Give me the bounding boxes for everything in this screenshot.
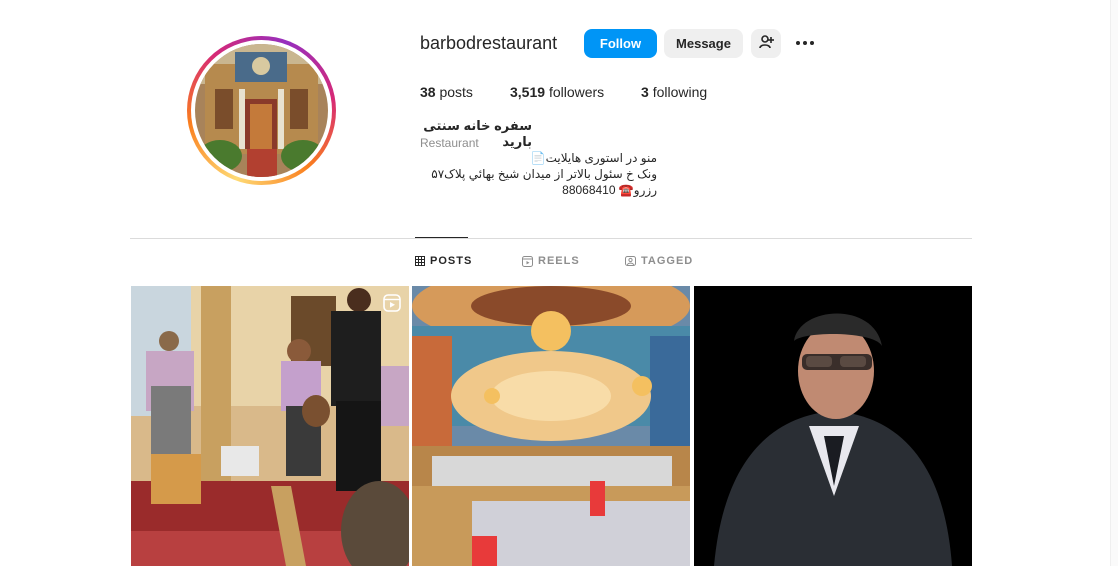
window-scrollbar[interactable] — [1110, 0, 1118, 566]
bio-line: رزرو☎️ 88068410 — [562, 183, 657, 197]
profile-username: barbodrestaurant — [420, 33, 558, 53]
tabs-divider — [130, 238, 972, 239]
reel-badge-icon — [383, 294, 401, 317]
posts-count: 38 posts — [420, 84, 473, 100]
tab-reels[interactable]: REELS — [522, 255, 580, 267]
following-count-label: following — [652, 84, 708, 100]
followers-link[interactable]: 3,519 followers — [510, 84, 604, 100]
profile-bio: منو در استوری هایلایت📄 ونک خ سئول بالاتر… — [420, 150, 657, 198]
avatar-frame — [191, 40, 332, 181]
post-thumbnail[interactable] — [412, 286, 690, 566]
bio-line: ونک خ سئول بالاتر از میدان شیخ بهائي پلا… — [431, 167, 657, 181]
posts-count-value: 38 — [420, 84, 436, 100]
following-link[interactable]: 3 following — [641, 84, 707, 100]
profile-avatar[interactable] — [187, 36, 336, 185]
followers-count-value: 3,519 — [510, 84, 546, 100]
more-options-icon[interactable] — [796, 36, 818, 50]
message-button[interactable]: Message — [664, 29, 743, 58]
reels-icon — [522, 255, 533, 267]
posts-count-label: posts — [439, 84, 473, 100]
post-thumbnail[interactable] — [694, 286, 972, 566]
followers-count-label: followers — [548, 84, 605, 100]
avatar-image — [195, 44, 328, 177]
tab-label: REELS — [538, 255, 580, 267]
bio-line: منو در استوری هایلایت📄 — [530, 151, 657, 165]
following-count-value: 3 — [641, 84, 649, 100]
tab-label: POSTS — [430, 255, 473, 267]
follow-button[interactable]: Follow — [584, 29, 657, 58]
tab-label: TAGGED — [641, 255, 694, 267]
tab-posts[interactable]: POSTS — [415, 255, 472, 267]
post-image — [694, 286, 972, 566]
post-image — [412, 286, 690, 566]
active-tab-indicator — [415, 237, 468, 238]
post-image — [131, 286, 409, 566]
tagged-icon — [625, 255, 636, 267]
profile-category: Restaurant — [420, 136, 479, 150]
post-thumbnail[interactable] — [131, 286, 409, 566]
grid-icon — [415, 256, 425, 266]
add-user-icon — [758, 34, 774, 53]
tab-tagged[interactable]: TAGGED — [625, 255, 693, 267]
suggest-accounts-button[interactable] — [751, 29, 781, 58]
